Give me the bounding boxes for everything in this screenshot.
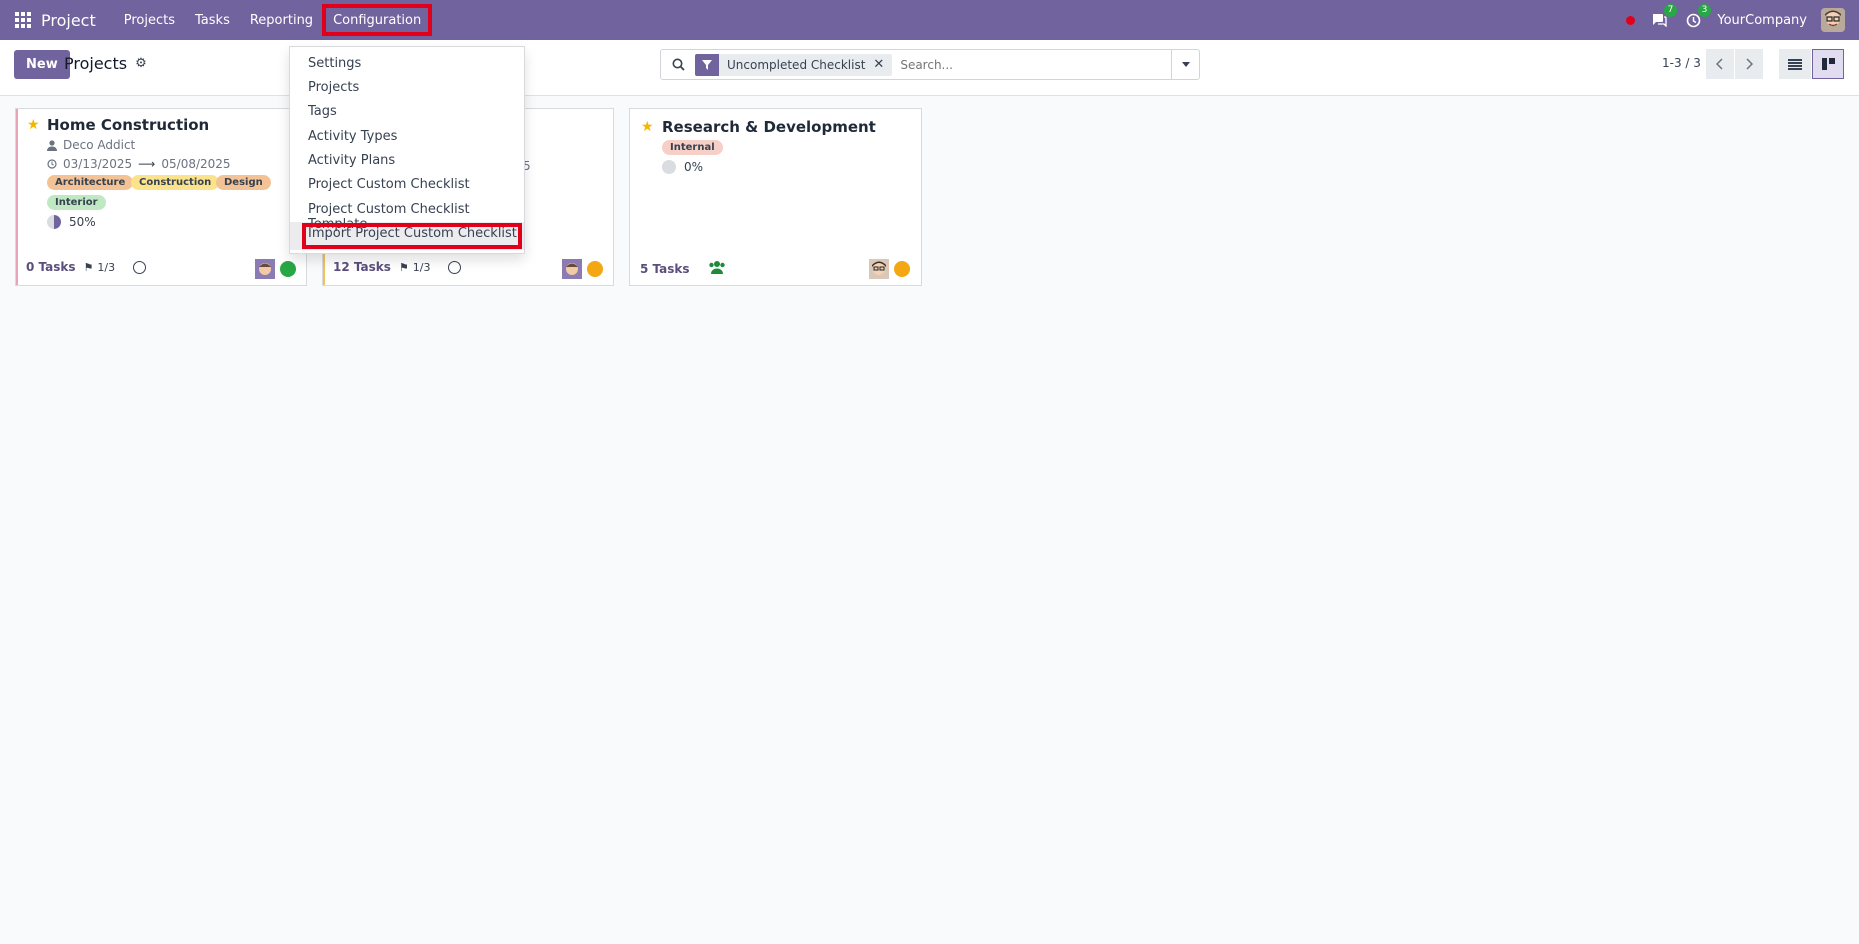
tag-interior: Interior <box>47 195 106 210</box>
customer-name: Deco Addict <box>63 138 136 152</box>
kanban-view-button[interactable] <box>1812 49 1844 79</box>
avatar[interactable] <box>255 259 275 279</box>
search-bar: Uncompleted Checklist ✕ <box>660 49 1200 80</box>
tag-internal: Internal <box>662 140 723 155</box>
app-menu-icon[interactable] <box>15 12 31 28</box>
tag-architecture: Architecture <box>47 175 134 190</box>
chat-icon[interactable]: 7 <box>1649 4 1678 30</box>
list-view-button[interactable] <box>1779 49 1811 79</box>
card-footer: 0 Tasks ⚑ 1/3 <box>26 260 147 274</box>
date-end: 05/08/2025 <box>161 157 231 171</box>
tasks-count-link[interactable]: 5 Tasks <box>640 262 690 276</box>
pager-next-button[interactable] <box>1735 49 1763 79</box>
progress-pie <box>47 215 61 229</box>
project-title: Home Construction <box>47 116 210 134</box>
date-start: 03/13/2025 <box>63 157 133 171</box>
clock-icon <box>47 159 57 169</box>
remove-facet-icon[interactable]: ✕ <box>873 57 892 72</box>
project-customer: Deco Addict <box>47 138 135 152</box>
progress-value: 0% <box>684 160 704 174</box>
project-dates: 03/13/2025 ⟶ 05/08/2025 <box>47 157 231 171</box>
milestone-count: 1/3 <box>97 260 116 274</box>
search-icon[interactable] <box>661 58 695 71</box>
progress-row: 50% <box>47 215 96 229</box>
filter-facet-label: Uncompleted Checklist <box>727 57 866 72</box>
menu-projects[interactable]: Projects <box>114 5 185 35</box>
status-indicator[interactable] <box>280 261 296 277</box>
breadcrumb: Projects ⚙ <box>64 54 147 73</box>
progress-pie <box>662 160 676 174</box>
avatar[interactable] <box>869 259 889 279</box>
menu-item-activity-plans[interactable]: Activity Plans <box>308 153 395 168</box>
card-footer: 5 Tasks <box>640 260 726 277</box>
chat-count-badge: 7 <box>1663 4 1678 17</box>
milestone-count: 1/3 <box>412 260 431 274</box>
activity-count-badge: 3 <box>1697 4 1712 17</box>
progress-value: 50% <box>69 215 96 229</box>
activity-clock-icon[interactable] <box>133 260 147 274</box>
arrow-right-icon: ⟶ <box>138 157 156 171</box>
debug-indicator-icon[interactable] <box>1624 13 1638 27</box>
tag-design: Design <box>216 175 271 190</box>
company-switcher[interactable]: YourCompany <box>1717 13 1807 28</box>
project-title: Research & Development <box>662 118 876 136</box>
project-card-home-construction[interactable]: ★ Home Construction Deco Addict 03/13/20… <box>15 108 307 286</box>
pager-previous-button[interactable] <box>1706 49 1734 79</box>
user-avatar[interactable] <box>1821 8 1845 32</box>
chevron-down-icon <box>1181 62 1190 67</box>
control-panel: New Projects ⚙ Uncompleted Checklist ✕ 1… <box>0 40 1859 96</box>
avatar[interactable] <box>562 259 582 279</box>
menu-tasks[interactable]: Tasks <box>185 5 240 35</box>
progress-row: 0% <box>662 160 703 174</box>
favorite-star-icon[interactable]: ★ <box>641 119 654 135</box>
list-icon <box>1788 58 1802 70</box>
configuration-dropdown-menu: Settings Projects Tags Activity Types Ac… <box>289 46 525 254</box>
new-button[interactable]: New <box>14 50 70 79</box>
activity-clock-icon[interactable]: 3 <box>1683 4 1712 30</box>
menu-reporting[interactable]: Reporting <box>240 5 323 35</box>
top-navbar: Project Projects Tasks Reporting Configu… <box>0 0 1859 40</box>
search-input[interactable] <box>892 50 1171 79</box>
menu-item-project-custom-checklist[interactable]: Project Custom Checklist <box>308 177 470 192</box>
menu-item-activity-types[interactable]: Activity Types <box>308 129 397 144</box>
pager-value[interactable]: 1-3 / 3 <box>1662 56 1701 70</box>
status-indicator[interactable] <box>894 261 910 277</box>
status-indicator[interactable] <box>587 261 603 277</box>
page-title: Projects <box>64 54 128 73</box>
gear-icon[interactable]: ⚙ <box>135 56 147 71</box>
menu-item-tags[interactable]: Tags <box>308 104 337 119</box>
filter-icon <box>695 53 719 76</box>
menu-item-settings[interactable]: Settings <box>308 56 361 71</box>
milestone-flag-icon: ⚑ <box>398 260 409 274</box>
milestone-flag-icon: ⚑ <box>83 260 94 274</box>
menu-configuration[interactable]: Configuration <box>322 4 433 36</box>
app-name[interactable]: Project <box>41 11 96 30</box>
tag-construction: Construction <box>131 175 220 190</box>
activity-clock-icon[interactable] <box>448 260 462 274</box>
favorite-star-icon[interactable]: ★ <box>27 117 40 133</box>
project-card-research-development[interactable]: ★ Research & Development Internal 0% 5 T… <box>629 108 922 286</box>
tasks-count-link[interactable]: 12 Tasks <box>333 260 391 274</box>
filter-facet: Uncompleted Checklist ✕ <box>695 53 893 76</box>
menu-item-projects[interactable]: Projects <box>308 80 359 95</box>
card-footer: 12 Tasks ⚑ 1/3 <box>333 260 462 274</box>
tasks-count-link[interactable]: 0 Tasks <box>26 260 76 274</box>
followers-icon[interactable] <box>708 260 726 277</box>
search-options-toggle[interactable] <box>1171 50 1199 79</box>
person-icon <box>47 139 57 151</box>
kanban-icon <box>1821 58 1835 70</box>
